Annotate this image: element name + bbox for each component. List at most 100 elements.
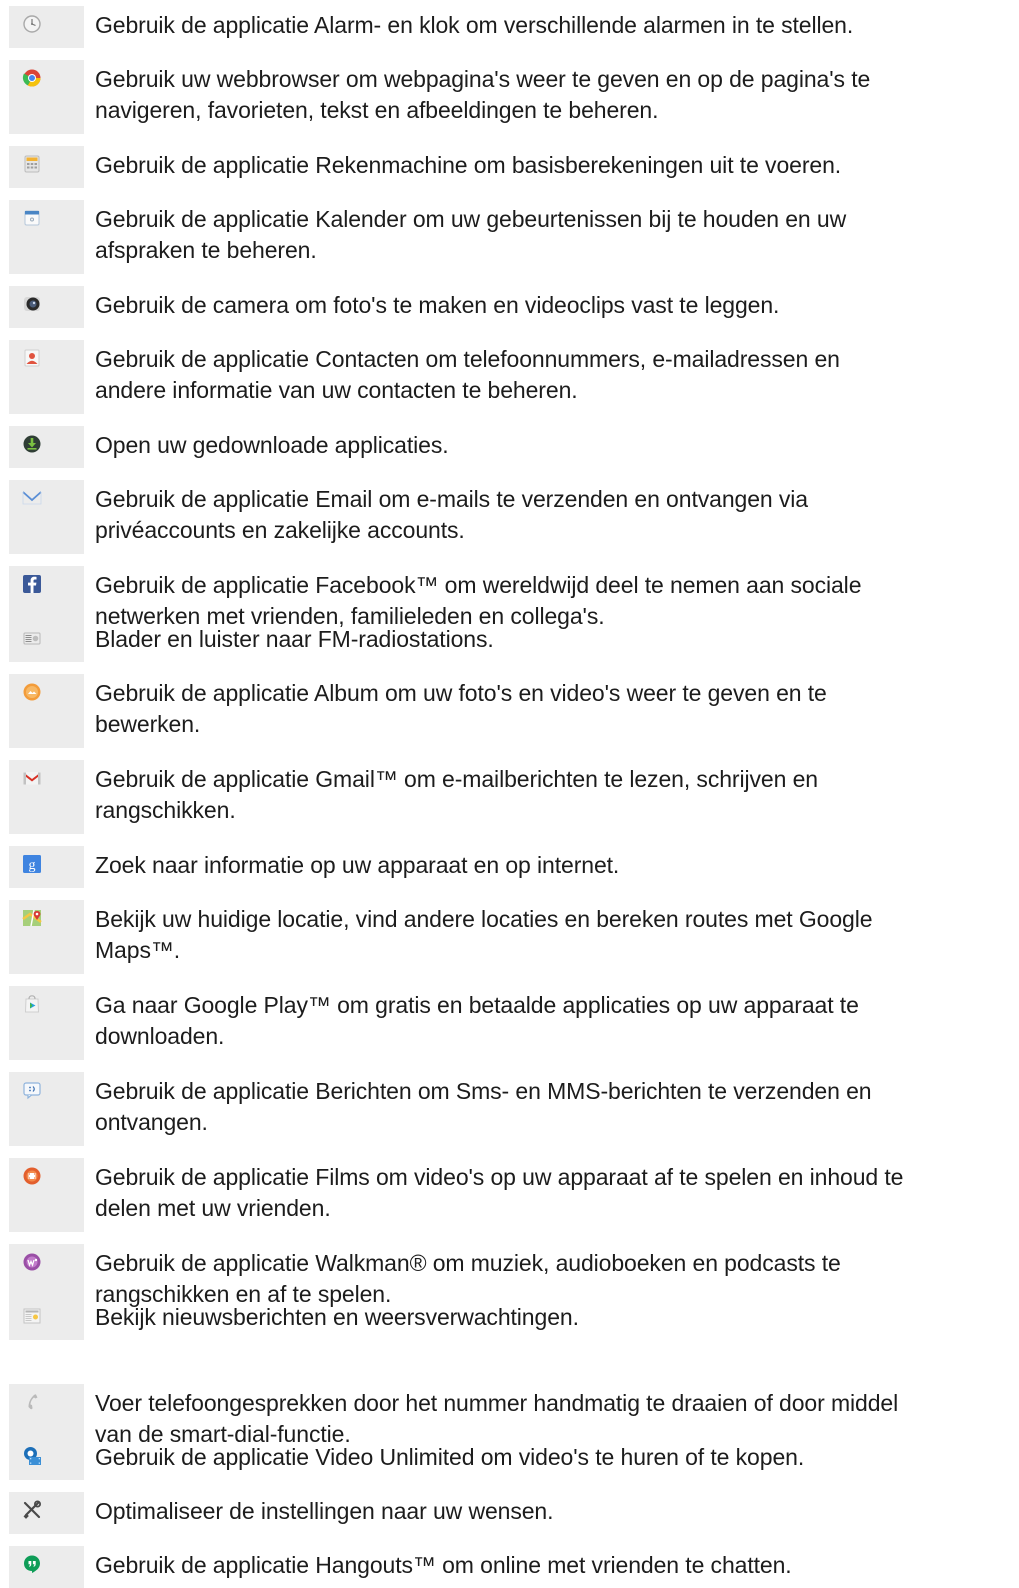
icon-cell xyxy=(9,146,84,188)
gmail-icon xyxy=(22,768,42,788)
facebook-icon xyxy=(22,574,42,594)
walkman-icon xyxy=(22,1252,42,1272)
google-search-icon: g xyxy=(22,854,42,874)
description-line: Gebruik de applicatie Kalender om uw geb… xyxy=(95,206,847,232)
app-list-item: Blader en luister naar FM-radiostations. xyxy=(0,620,1019,662)
description-line: Gebruik de applicatie Films om video's o… xyxy=(95,1164,904,1190)
description-line: Gebruik de applicatie Alarm- en klok om … xyxy=(95,12,854,38)
app-list-item: Ga naar Google Play™ om gratis en betaal… xyxy=(0,986,1019,1060)
description-line: Gebruik de applicatie Facebook™ om werel… xyxy=(95,572,862,598)
app-list-item: Gebruik uw webbrowser om webpagina's wee… xyxy=(0,60,1019,134)
app-list-item: Gebruik de applicatie Email om e-mails t… xyxy=(0,480,1019,554)
calendar-icon xyxy=(22,208,42,228)
app-description: Blader en luister naar FM-radiostations. xyxy=(95,624,1005,655)
description-line: Optimaliseer de instellingen naar uw wen… xyxy=(95,1498,554,1524)
description-line: Gebruik de applicatie Gmail™ om e-mailbe… xyxy=(95,766,818,792)
app-list-item: g Zoek naar informatie op uw apparaat en … xyxy=(0,846,1019,888)
description-line: Gebruik de applicatie Berichten om Sms- … xyxy=(95,1078,872,1104)
icon-cell: g xyxy=(9,846,84,888)
phone-icon xyxy=(22,1392,42,1412)
contacts-icon xyxy=(22,348,42,368)
app-description: Bekijk uw huidige locatie, vind andere l… xyxy=(95,904,1005,966)
icon-cell xyxy=(9,986,84,1060)
album-icon xyxy=(22,682,42,702)
icon-cell xyxy=(9,620,84,662)
icon-cell xyxy=(9,60,84,134)
icon-cell xyxy=(9,286,84,328)
alarm-clock-icon xyxy=(22,14,42,34)
app-list-item: Gebruik de applicatie Hangouts™ om onlin… xyxy=(0,1546,1019,1588)
app-description: Open uw gedownloade applicaties. xyxy=(95,430,1005,461)
description-line: navigeren, favorieten, tekst en afbeeldi… xyxy=(95,97,659,123)
messaging-icon xyxy=(22,1080,42,1100)
description-line: Bekijk nieuwsberichten en weersverwachti… xyxy=(95,1304,579,1330)
app-list-item: Gebruik de camera om foto's te maken en … xyxy=(0,286,1019,328)
settings-tools-icon xyxy=(22,1500,42,1520)
app-description: Gebruik de applicatie Berichten om Sms- … xyxy=(95,1076,1005,1138)
app-list-item: Open uw gedownloade applicaties. xyxy=(0,426,1019,468)
icon-cell xyxy=(9,1158,84,1232)
app-list-item: Gebruik de applicatie Contacten om telef… xyxy=(0,340,1019,414)
maps-icon xyxy=(22,908,42,928)
description-line: delen met uw vrienden. xyxy=(95,1195,331,1221)
icon-cell xyxy=(9,1298,84,1340)
app-description: Gebruik de applicatie Contacten om telef… xyxy=(95,344,1005,406)
description-line: Gebruik de applicatie Email om e-mails t… xyxy=(95,486,808,512)
description-line: Ga naar Google Play™ om gratis en betaal… xyxy=(95,992,859,1018)
description-line: Gebruik de applicatie Walkman® om muziek… xyxy=(95,1250,841,1276)
description-line: Gebruik de applicatie Hangouts™ om onlin… xyxy=(95,1552,792,1578)
svg-text:g: g xyxy=(29,858,36,873)
icon-cell xyxy=(9,1072,84,1146)
app-description-list: Gebruik de applicatie Alarm- en klok om … xyxy=(0,0,1019,1588)
app-description: Gebruik de applicatie Video Unlimited om… xyxy=(95,1442,1005,1473)
app-description: Zoek naar informatie op uw apparaat en o… xyxy=(95,850,1005,881)
icon-cell xyxy=(9,1546,84,1588)
app-description: Ga naar Google Play™ om gratis en betaal… xyxy=(95,990,1005,1052)
calculator-icon xyxy=(22,154,42,174)
description-line: Gebruik de applicatie Video Unlimited om… xyxy=(95,1444,805,1470)
icon-cell xyxy=(9,6,84,48)
description-line: Maps™. xyxy=(95,937,181,963)
app-description: Gebruik de applicatie Album om uw foto's… xyxy=(95,678,1005,740)
app-list-item: Bekijk nieuwsberichten en weersverwachti… xyxy=(0,1298,1019,1340)
camera-icon xyxy=(22,294,42,314)
app-description: Optimaliseer de instellingen naar uw wen… xyxy=(95,1496,1005,1527)
description-line: bewerken. xyxy=(95,711,201,737)
description-line: Open uw gedownloade applicaties. xyxy=(95,432,449,458)
description-line: Gebruik de applicatie Contacten om telef… xyxy=(95,346,840,372)
app-list-item: Bekijk uw huidige locatie, vind andere l… xyxy=(0,900,1019,974)
app-list-item: Gebruik de applicatie Gmail™ om e-mailbe… xyxy=(0,760,1019,834)
app-list-item: Gebruik de applicatie Films om video's o… xyxy=(0,1158,1019,1232)
description-line: Gebruik uw webbrowser om webpagina's wee… xyxy=(95,66,871,92)
icon-cell xyxy=(9,760,84,834)
app-list-item: Gebruik de applicatie Album om uw foto's… xyxy=(0,674,1019,748)
description-line: Gebruik de applicatie Rekenmachine om ba… xyxy=(95,152,842,178)
app-description: Gebruik uw webbrowser om webpagina's wee… xyxy=(95,64,1005,126)
description-line: privéaccounts en zakelijke accounts. xyxy=(95,517,465,543)
news-weather-icon xyxy=(22,1306,42,1326)
app-description: Gebruik de camera om foto's te maken en … xyxy=(95,290,1005,321)
description-line: afspraken te beheren. xyxy=(95,237,317,263)
app-list-item: Gebruik de applicatie Alarm- en klok om … xyxy=(0,6,1019,48)
app-description: Bekijk nieuwsberichten en weersverwachti… xyxy=(95,1302,1005,1333)
video-unlimited-icon xyxy=(22,1446,42,1466)
description-line: Blader en luister naar FM-radiostations. xyxy=(95,626,494,652)
app-list-item: Optimaliseer de instellingen naar uw wen… xyxy=(0,1492,1019,1534)
description-line: Gebruik de applicatie Album om uw foto's… xyxy=(95,680,827,706)
icon-cell xyxy=(9,674,84,748)
description-line: Bekijk uw huidige locatie, vind andere l… xyxy=(95,906,873,932)
description-line: Gebruik de camera om foto's te maken en … xyxy=(95,292,780,318)
app-description: Gebruik de applicatie Rekenmachine om ba… xyxy=(95,150,1005,181)
icon-cell xyxy=(9,900,84,974)
app-list-item: Gebruik de applicatie Rekenmachine om ba… xyxy=(0,146,1019,188)
download-icon xyxy=(22,434,42,454)
email-icon xyxy=(22,488,42,508)
app-description: Gebruik de applicatie Hangouts™ om onlin… xyxy=(95,1550,1005,1581)
icon-cell xyxy=(9,1492,84,1534)
icon-cell xyxy=(9,340,84,414)
icon-cell xyxy=(9,1438,84,1480)
hangouts-icon xyxy=(22,1554,42,1574)
icon-cell xyxy=(9,426,84,468)
icon-cell xyxy=(9,480,84,554)
icon-cell xyxy=(9,200,84,274)
